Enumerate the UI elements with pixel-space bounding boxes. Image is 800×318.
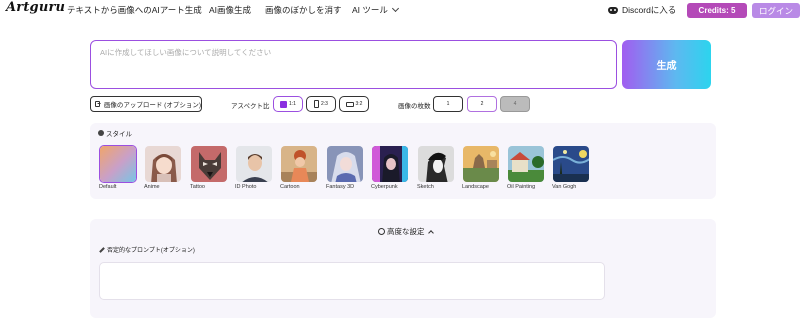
discord-label: Discordに入る [622, 5, 677, 15]
style-default-thumbnail [99, 145, 137, 183]
style-tattoo[interactable]: Tattoo [190, 145, 228, 190]
gear-icon [378, 228, 385, 235]
prompt-box [90, 40, 617, 89]
pencil-icon [99, 246, 105, 253]
landscape-icon [345, 101, 354, 107]
style-default[interactable]: Default [99, 145, 137, 190]
style-id-photo[interactable]: ID Photo [235, 145, 273, 190]
nav-ai-tools[interactable]: AI ツール [352, 4, 399, 16]
chevron-up-icon [427, 229, 434, 236]
count-2-button[interactable]: 2 [467, 96, 497, 112]
aspect-ratio-label: アスペクト比 [231, 103, 270, 110]
style-label: Cartoon [280, 184, 300, 190]
advanced-settings-toggle[interactable]: 高度な設定 [378, 226, 434, 237]
negative-prompt-box [99, 262, 605, 300]
style-oil-painting-thumbnail [507, 145, 545, 183]
style-van-gogh-thumbnail [552, 145, 590, 183]
aspect-3-2-button[interactable]: 3:2 [339, 96, 369, 112]
style-fantasy-3d[interactable]: Fantasy 3D [326, 145, 364, 190]
discord-link[interactable]: Discordに入る [608, 4, 676, 16]
prompt-input[interactable] [91, 41, 616, 88]
style-label: Landscape [462, 184, 489, 190]
style-label: Fantasy 3D [326, 184, 355, 190]
negative-prompt-label: 否定的なプロンプト(オプション) [99, 245, 195, 254]
style-anime[interactable]: Anime [144, 145, 182, 190]
top-navigation: Artguru テキストから画像へのAIアート生成 AI画像生成 画像のぼかしを… [0, 0, 800, 20]
aspect-2-3-button[interactable]: 2:3 [306, 96, 336, 112]
style-id-photo-thumbnail [235, 145, 273, 183]
count-1-button[interactable]: 1 [433, 96, 463, 112]
aspect-1-1-label: 1:1 [289, 101, 296, 107]
style-cyberpunk[interactable]: Cyberpunk [371, 145, 409, 190]
style-landscape-thumbnail [462, 145, 500, 183]
count-4-button[interactable]: 4 [500, 96, 530, 112]
artguru-page: Artguru テキストから画像へのAIアート生成 AI画像生成 画像のぼかしを… [0, 0, 800, 318]
nav-ai-tools-label: AI ツール [352, 5, 388, 15]
image-icon [95, 101, 100, 107]
credits-button[interactable]: Credits: 5 [687, 3, 747, 18]
style-cartoon[interactable]: Cartoon [280, 145, 318, 190]
aspect-2-3-label: 2:3 [321, 101, 328, 107]
palette-icon [98, 130, 104, 136]
advanced-settings-title: 高度な設定 [387, 227, 425, 236]
style-landscape[interactable]: Landscape [462, 145, 500, 190]
image-count-label: 画像の枚数 [398, 103, 431, 110]
portrait-icon [314, 100, 320, 108]
nav-text-to-image[interactable]: テキストから画像へのAIアート生成 [67, 4, 202, 16]
aspect-3-2-label: 3:2 [355, 101, 363, 107]
square-icon [280, 100, 288, 108]
style-cyberpunk-thumbnail [371, 145, 409, 183]
style-label: ID Photo [235, 184, 257, 190]
style-anime-thumbnail [144, 145, 182, 183]
style-fantasy-3d-thumbnail [326, 145, 364, 183]
style-label: Sketch [417, 184, 434, 190]
style-oil-painting[interactable]: Oil Painting [507, 145, 545, 190]
style-title: スタイル [106, 131, 132, 138]
aspect-1-1-button[interactable]: 1:1 [273, 96, 303, 112]
artguru-logo[interactable]: Artguru [6, 0, 65, 15]
style-van-gogh[interactable]: Van Gogh [552, 145, 590, 190]
generate-button[interactable]: 生成 [622, 40, 711, 89]
login-button[interactable]: ログイン [752, 3, 800, 18]
style-cartoon-thumbnail [280, 145, 318, 183]
style-label: Cyberpunk [371, 184, 398, 190]
style-tattoo-thumbnail [190, 145, 228, 183]
upload-image-button[interactable]: 画像のアップロード (オプション) [90, 96, 202, 112]
discord-icon [608, 6, 618, 14]
nav-ai-image-generator[interactable]: AI画像生成 [209, 4, 251, 16]
style-sketch[interactable]: Sketch [417, 145, 455, 190]
negative-prompt-label-text: 否定的なプロンプト(オプション) [107, 248, 195, 254]
chevron-down-icon [391, 4, 399, 13]
upload-image-label: 画像のアップロード (オプション) [103, 102, 201, 109]
style-label: Default [99, 184, 117, 190]
nav-unblur-image[interactable]: 画像のぼかしを消す [265, 4, 342, 16]
style-sketch-thumbnail [417, 145, 455, 183]
negative-prompt-input[interactable] [100, 263, 604, 299]
style-header: スタイル [98, 128, 132, 138]
style-label: Anime [144, 184, 160, 190]
style-label: Van Gogh [552, 184, 577, 190]
style-label: Tattoo [190, 184, 205, 190]
style-label: Oil Painting [507, 184, 536, 190]
